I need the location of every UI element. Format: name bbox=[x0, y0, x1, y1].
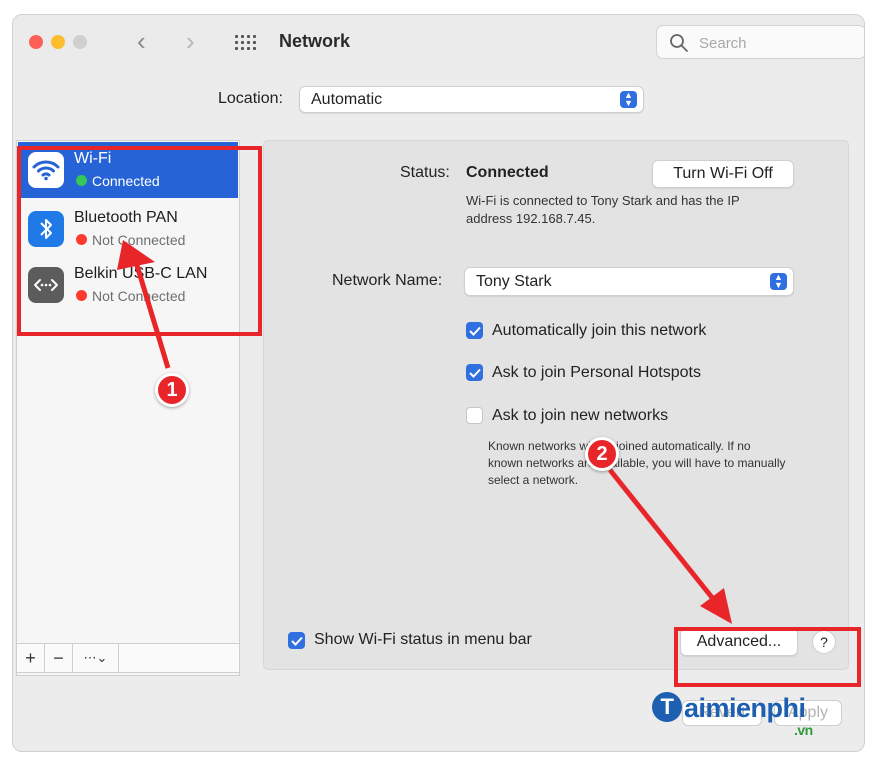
service-name: Bluetooth PAN bbox=[74, 209, 178, 226]
watermark-logo: Taimienphi .vn bbox=[652, 692, 813, 738]
advanced-button[interactable]: Advanced... bbox=[680, 628, 798, 656]
ask-hotspots-checkbox[interactable] bbox=[466, 364, 483, 381]
known-networks-description: Known networks will be joined automatica… bbox=[488, 439, 786, 487]
checkmark-icon bbox=[468, 368, 481, 378]
status-dot bbox=[76, 175, 87, 186]
location-popup[interactable]: Automatic ▲ ▼ bbox=[299, 86, 644, 113]
status-dot bbox=[76, 290, 87, 301]
remove-service-button[interactable]: − bbox=[45, 644, 73, 672]
step-badge-1: 1 bbox=[155, 373, 189, 407]
service-status: Not Connected bbox=[92, 232, 186, 248]
service-item-belkin-lan[interactable]: Belkin USB-C LAN Not Connected bbox=[18, 257, 238, 313]
checkmark-icon bbox=[290, 636, 303, 646]
service-status: Connected bbox=[92, 173, 160, 189]
wifi-icon bbox=[28, 152, 64, 188]
ask-new-networks-label: Ask to join new networks bbox=[492, 407, 669, 424]
forward-chevron-icon[interactable]: › bbox=[186, 27, 195, 55]
bluetooth-icon bbox=[28, 211, 64, 247]
service-list: Wi-Fi Connected Bluetooth PAN Not Connec… bbox=[16, 140, 240, 676]
minimize-window-button[interactable] bbox=[51, 35, 65, 49]
auto-join-label: Automatically join this network bbox=[492, 322, 707, 339]
step-badge-2: 2 bbox=[585, 437, 619, 471]
watermark-initial: T bbox=[660, 694, 674, 719]
service-status: Not Connected bbox=[92, 288, 186, 304]
service-name: Belkin USB-C LAN bbox=[74, 265, 208, 282]
show-all-grid-icon[interactable] bbox=[235, 35, 259, 51]
watermark-initial-badge: T bbox=[652, 692, 682, 722]
search-icon bbox=[670, 34, 688, 52]
show-wifi-status-label: Show Wi-Fi status in menu bar bbox=[314, 631, 532, 648]
service-list-toolbar: + − ⋯⌄ bbox=[16, 643, 240, 673]
watermark-domain: .vn bbox=[794, 722, 813, 738]
status-dot bbox=[76, 234, 87, 245]
location-value: Automatic bbox=[311, 91, 383, 108]
window-title: Network bbox=[279, 31, 351, 51]
service-name: Wi-Fi bbox=[74, 150, 112, 167]
popup-arrows-icon: ▲ ▼ bbox=[770, 273, 787, 290]
close-window-button[interactable] bbox=[29, 35, 43, 49]
add-service-button[interactable]: + bbox=[17, 644, 45, 672]
turn-wifi-off-button[interactable]: Turn Wi-Fi Off bbox=[652, 160, 794, 188]
zoom-window-button[interactable] bbox=[73, 35, 87, 49]
network-name-label: Network Name: bbox=[332, 272, 443, 289]
title-bar: ‹ › Network bbox=[13, 15, 864, 69]
ask-new-networks-checkbox[interactable] bbox=[466, 407, 483, 424]
network-name-popup[interactable]: Tony Stark ▲ ▼ bbox=[464, 267, 794, 296]
search-input[interactable] bbox=[697, 31, 851, 55]
status-label: Status: bbox=[400, 164, 450, 181]
service-item-wifi[interactable]: Wi-Fi Connected bbox=[18, 142, 238, 198]
status-description: Wi-Fi is connected to Tony Stark and has… bbox=[466, 193, 740, 226]
show-wifi-status-checkbox[interactable] bbox=[288, 632, 305, 649]
service-item-bluetooth-pan[interactable]: Bluetooth PAN Not Connected bbox=[18, 201, 238, 257]
network-name-value: Tony Stark bbox=[476, 273, 552, 290]
checkmark-icon bbox=[468, 326, 481, 336]
location-label: Location: bbox=[218, 90, 283, 107]
action-menu-button[interactable]: ⋯⌄ bbox=[73, 644, 119, 672]
popup-arrows-icon: ▲ ▼ bbox=[620, 91, 637, 108]
watermark-brand: aimienphi bbox=[684, 693, 806, 723]
ethernet-icon bbox=[28, 267, 64, 303]
help-button[interactable]: ? bbox=[812, 630, 836, 654]
auto-join-checkbox[interactable] bbox=[466, 322, 483, 339]
search-field[interactable] bbox=[656, 25, 864, 59]
ask-hotspots-label: Ask to join Personal Hotspots bbox=[492, 364, 701, 381]
status-value: Connected bbox=[466, 164, 549, 181]
back-chevron-icon[interactable]: ‹ bbox=[137, 27, 146, 55]
